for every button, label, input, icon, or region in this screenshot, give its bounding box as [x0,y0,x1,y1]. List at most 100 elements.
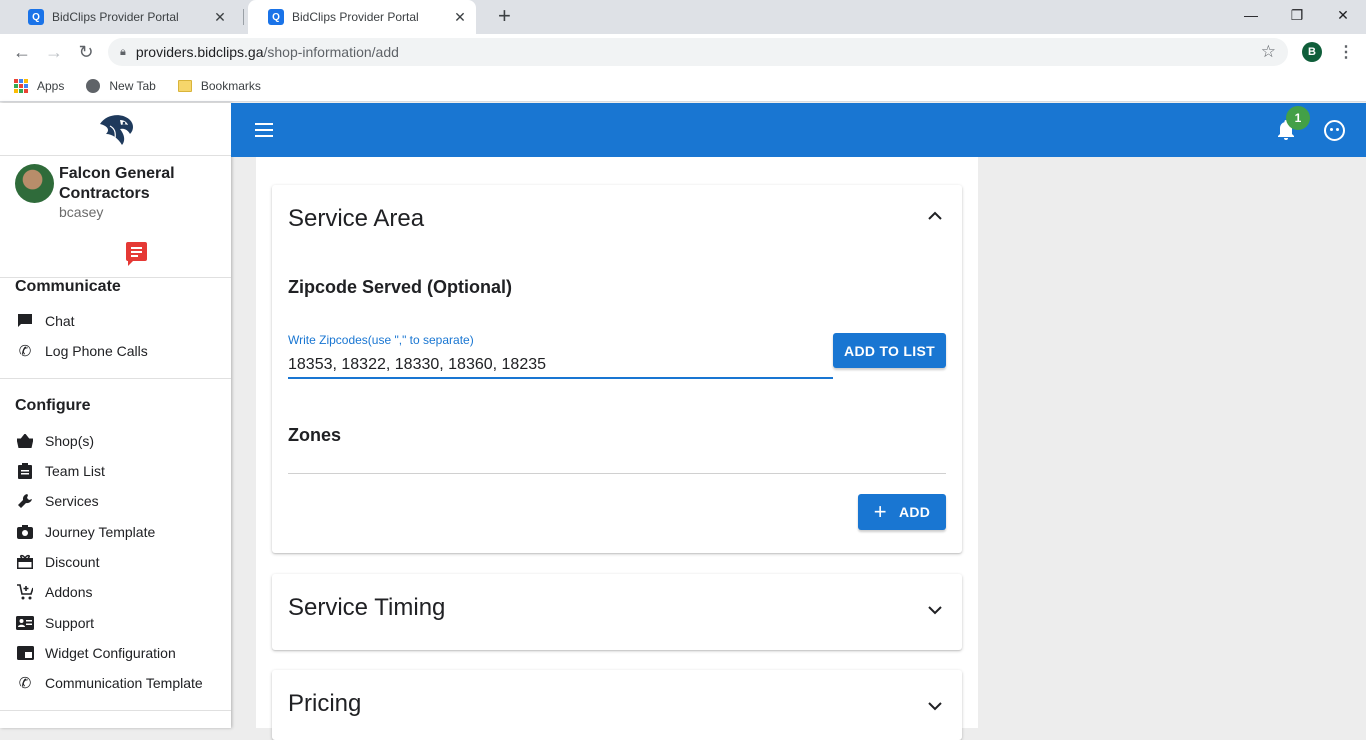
company-name: Falcon General Contractors [59,165,175,202]
contact-card-icon [16,614,34,632]
avatar[interactable] [15,164,54,203]
service-timing-card[interactable]: Service Timing [272,574,962,650]
browser-tab[interactable]: Q BidClips Provider Portal ✕ [8,0,236,34]
forward-icon[interactable]: → [42,40,66,64]
user-account-icon[interactable] [1324,120,1345,141]
phone-log-icon: ✆ [18,342,32,360]
new-tab-icon[interactable]: + [498,5,511,27]
zipcode-input[interactable] [288,353,833,379]
username: bcasey [59,204,104,220]
sidebar-item-addons[interactable]: Addons [0,577,231,607]
section-title-communicate: Communicate [15,278,121,295]
address-bar[interactable]: 🔒︎ providers.bidclips.ga/shop-informatio… [108,38,1288,66]
sidebar-item-label: Journey Template [45,523,156,540]
bookmarks-bar: Apps New Tab Bookmarks [0,70,1366,102]
sidebar-item-label: Team List [45,463,105,480]
bidclips-logo[interactable] [0,103,231,156]
collapse-chevron-icon[interactable] [928,207,942,225]
bookmark-folder[interactable]: Bookmarks [177,78,261,93]
sidebar-item-label: Support [45,614,95,631]
sidebar-item-widget-configuration[interactable]: Widget Configuration [0,638,231,668]
service-timing-title: Service Timing [288,594,446,621]
sidebar-item-label: Communication Template [45,675,203,692]
sidebar-item-chat[interactable]: Chat [0,306,231,336]
sidebar-item-label: Discount [45,553,100,570]
browser-tab-active[interactable]: Q BidClips Provider Portal ✕ [248,0,476,34]
sidebar-item-journey-template[interactable]: Journey Template [0,516,231,546]
sidebar-item-label: Services [45,493,99,510]
add-to-list-button[interactable]: ADD TO LIST [833,333,946,368]
bidclips-favicon-icon: Q [268,9,284,25]
chat-icon [16,312,34,330]
bookmark-label: Apps [37,78,65,93]
sidebar: Falcon General Contractors bcasey Commun… [0,103,231,728]
sidebar-item-communication-template[interactable]: ✆ Communication Template [0,668,231,698]
zones-heading: Zones [288,425,342,445]
bidclips-favicon-icon: Q [28,9,44,25]
sidebar-item-label: Chat [45,313,75,330]
sidebar-item-log-phone-calls[interactable]: ✆ Log Phone Calls [0,336,231,366]
section-title-configure: Configure [15,396,91,414]
tab-title: BidClips Provider Portal [292,10,419,24]
reload-icon[interactable]: ↻ [74,40,98,64]
notification-count-badge: 1 [1286,106,1310,130]
service-area-title: Service Area [288,205,425,232]
tab-separator [243,9,244,25]
browser-tab-strip: Q BidClips Provider Portal ✕ Q BidClips … [0,0,1366,34]
back-icon[interactable]: ← [10,40,34,64]
falcon-logo-icon [99,115,133,145]
add-zone-button[interactable]: + ADD [858,494,946,530]
expand-chevron-icon[interactable] [928,698,942,716]
sidebar-item-discount[interactable]: Discount [0,547,231,577]
browser-toolbar: ← → ↻ 🔒︎ providers.bidclips.ga/shop-info… [0,34,1366,70]
sidebar-item-label: Widget Configuration [45,644,176,661]
bookmark-label: Bookmarks [200,78,261,93]
zones-divider [288,473,946,474]
restore-icon[interactable]: ❐ [1274,0,1320,30]
cart-plus-icon [16,583,34,601]
sidebar-item-label: Shop(s) [45,432,95,449]
add-zone-label: ADD [898,504,931,520]
camera-icon [16,523,34,541]
browser-profile-avatar[interactable]: B [1302,42,1322,62]
plus-icon: + [873,499,887,524]
bookmark-label: New Tab [109,78,156,93]
url-host: providers.bidclips.ga [135,44,264,60]
wrench-icon [16,492,34,510]
service-area-card: Service Area Zipcode Served (Optional) W… [272,185,962,553]
widget-icon [16,644,34,662]
bookmark-new-tab[interactable]: New Tab [86,78,156,93]
sidebar-item-shops[interactable]: Shop(s) [0,426,231,456]
close-tab-icon[interactable]: ✕ [452,9,468,26]
menu-icon[interactable] [255,123,273,141]
url-path: /shop-information/add [263,44,399,60]
phone-settings-icon: ✆ [18,674,32,692]
bookmark-apps[interactable]: Apps [14,78,65,93]
apps-grid-icon [14,78,28,93]
basket-icon [16,432,34,450]
messages-icon[interactable] [126,242,147,266]
zipcode-heading: Zipcode Served (Optional) [288,277,513,297]
sidebar-item-support[interactable]: Support [0,607,231,637]
lock-icon: 🔒︎ [120,45,126,58]
bookmark-star-icon[interactable]: ☆ [1261,42,1276,62]
profile-block: Falcon General Contractors bcasey [0,156,231,278]
tab-title: BidClips Provider Portal [52,10,179,24]
clipboard-icon [16,462,34,480]
pricing-card[interactable]: Pricing [272,670,962,740]
minimize-icon[interactable]: — [1228,0,1274,30]
sidebar-item-team-list[interactable]: Team List [0,456,231,486]
zipcode-field-label: Write Zipcodes(use "," to separate) [288,333,474,347]
folder-icon [177,79,192,92]
sidebar-item-services[interactable]: Services [0,486,231,516]
gift-icon [16,553,34,571]
app-bar: 1 [231,103,1366,157]
expand-chevron-icon[interactable] [928,602,942,620]
browser-menu-icon[interactable]: ⋮ [1338,42,1354,62]
sidebar-item-label: Addons [45,584,93,601]
sidebar-item-label: Log Phone Calls [45,343,148,360]
sidebar-divider [0,710,231,712]
globe-icon [86,78,101,93]
close-window-icon[interactable]: ✕ [1320,0,1366,30]
close-tab-icon[interactable]: ✕ [212,9,228,26]
